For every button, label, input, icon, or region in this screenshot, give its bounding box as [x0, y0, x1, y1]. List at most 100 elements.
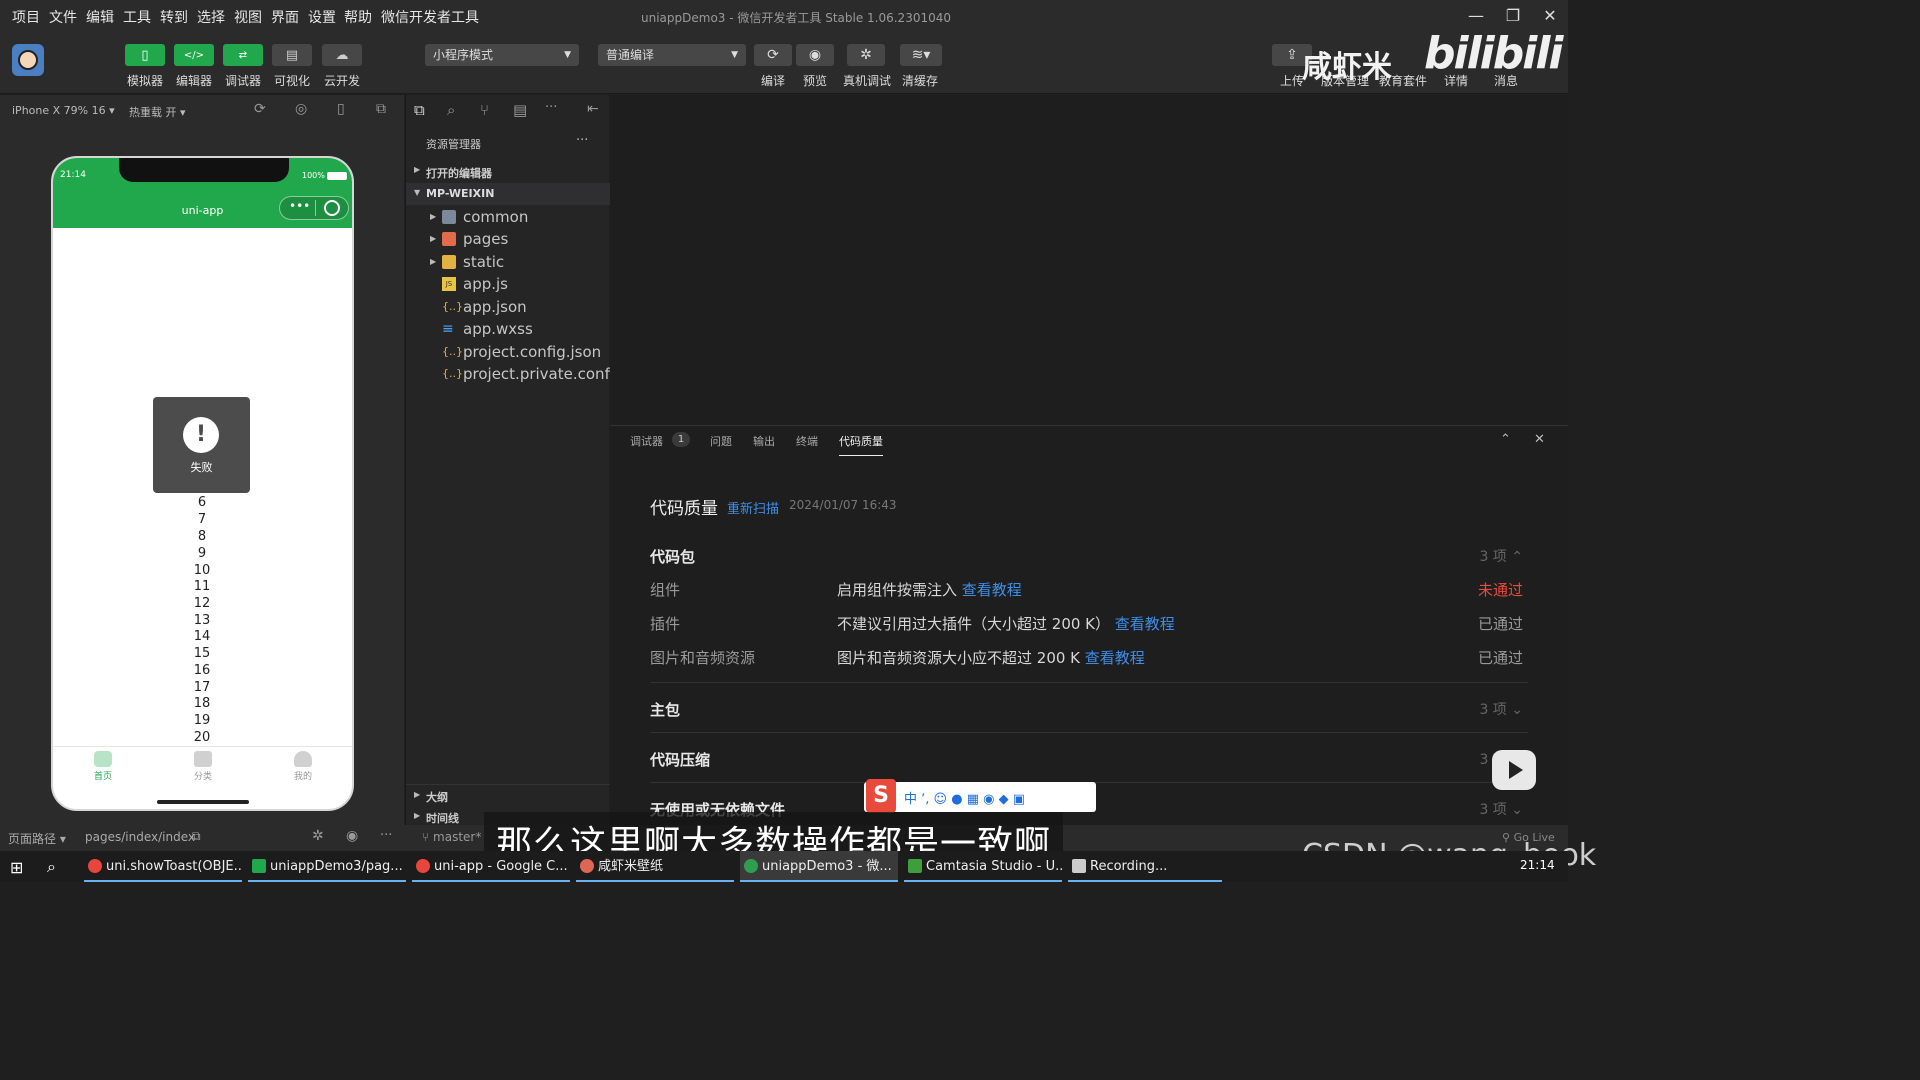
visual-button[interactable]: ▤ [272, 44, 312, 66]
close-circle-icon[interactable] [324, 200, 340, 216]
git-branch[interactable]: ⑂ master* [422, 830, 481, 844]
menu-goto[interactable]: 转到 [160, 7, 188, 27]
menu-help[interactable]: 帮助 [344, 7, 372, 27]
menu-view[interactable]: 视图 [234, 7, 262, 27]
menu-tools[interactable]: 工具 [123, 7, 151, 27]
more-dots-icon[interactable]: ••• [289, 199, 310, 213]
section-code-package[interactable]: 代码包 [650, 546, 695, 567]
taskbar-item[interactable]: 咸虾米壁纸 [576, 851, 734, 882]
device-icon[interactable]: ▯ [337, 101, 345, 117]
tree-file-app-js[interactable]: JS app.js [406, 273, 610, 295]
avatar[interactable] [12, 44, 44, 76]
menu-interface[interactable]: 界面 [271, 7, 299, 27]
compile-select[interactable]: 普通编译 ▼ [598, 44, 746, 66]
windows-start-icon[interactable]: ⊞ [10, 858, 23, 877]
menu-project[interactable]: 项目 [12, 7, 40, 27]
taskbar-item[interactable]: uni.showToast(OBJE... [84, 851, 242, 882]
mode-select[interactable]: 小程序模式 ▼ [425, 44, 579, 66]
clear-cache-button[interactable]: ≋▾ [900, 44, 942, 66]
rescan-link[interactable]: 重新扫描 [727, 498, 779, 517]
copy-icon[interactable]: ⧉ [192, 829, 201, 844]
grid-icon [194, 751, 212, 767]
tab-output[interactable]: 输出 [753, 433, 775, 449]
search-icon[interactable]: ⌕ [47, 857, 56, 877]
tab-code-quality[interactable]: 代码质量 [839, 433, 883, 456]
simulator-toggle-button[interactable]: ▯ [125, 44, 165, 66]
menu-file[interactable]: 文件 [49, 7, 77, 27]
tab-terminal[interactable]: 终端 [796, 433, 818, 449]
popout-icon[interactable]: ⧉ [376, 101, 386, 117]
search-icon[interactable]: ⌕ [447, 101, 455, 119]
tree-file-project-config[interactable]: {..} project.config.json [406, 341, 610, 363]
eye-icon[interactable]: ◉ [346, 828, 358, 844]
preview-button[interactable]: ◉ [796, 44, 834, 66]
git-branch-icon[interactable]: ⑂ [480, 101, 489, 119]
extensions-icon[interactable]: ▤ [513, 101, 527, 119]
tab-home[interactable]: 首页 [73, 751, 133, 782]
menu-settings[interactable]: 设置 [308, 7, 336, 27]
open-editors-section[interactable]: ▶ 打开的编辑器 [406, 161, 610, 183]
cloud-dev-button[interactable]: ☁ [322, 44, 362, 66]
debugger-toggle-button[interactable]: ⇄ [223, 44, 263, 66]
more-icon[interactable]: ··· [545, 100, 557, 115]
tree-folder-static[interactable]: ▶ static [406, 251, 610, 273]
row-label: 组件 [650, 581, 681, 599]
maximize-icon[interactable]: ❐ [1502, 5, 1524, 27]
tree-file-project-private[interactable]: {..} project.private.confi... [406, 363, 628, 385]
record-icon[interactable]: ◎ [295, 101, 307, 117]
more-icon[interactable]: ··· [380, 828, 392, 843]
tab-category[interactable]: 分类 [173, 751, 233, 782]
section-main-package[interactable]: 主包 [650, 699, 680, 720]
menu-wechat-devtools[interactable]: 微信开发者工具 [381, 7, 479, 27]
sogou-logo-icon[interactable]: S [866, 779, 896, 813]
tutorial-link[interactable]: 查看教程 [962, 581, 1022, 599]
close-icon[interactable]: ✕ [1539, 5, 1561, 27]
tree-folder-common[interactable]: ▶ common [406, 206, 610, 228]
device-select[interactable]: iPhone X 79% 16 ▾ [12, 104, 115, 117]
taskbar-item[interactable]: uniappDemo3 - 微... [740, 851, 898, 882]
capsule-menu[interactable]: ••• [279, 196, 349, 220]
system-clock[interactable]: 21:14 [1520, 858, 1555, 872]
remote-debug-button[interactable]: ✲ [847, 44, 885, 66]
section-count[interactable]: 3 项 ⌃ [1479, 546, 1523, 566]
collapse-panel-icon[interactable]: ⇤ [587, 101, 599, 117]
taskbar-item[interactable]: uni-app - Google C... [412, 851, 570, 882]
menu-select[interactable]: 选择 [197, 7, 225, 27]
tutorial-link[interactable]: 查看教程 [1115, 615, 1175, 633]
section-count[interactable]: 3 项 ⌄ [1479, 799, 1523, 819]
bug-icon[interactable]: ✲ [312, 828, 324, 844]
tab-debugger[interactable]: 调试器 [630, 433, 663, 449]
hot-reload-toggle[interactable]: 热重载 开 ▾ [129, 104, 186, 120]
page-path-select[interactable]: 页面路径 ▾ [8, 830, 66, 847]
outline-section[interactable]: ▶ 大纲 [406, 784, 610, 806]
ime-mode-icon[interactable]: 中 ʼ, ☺ ● ▦ ◉ ◆ ▣ [904, 788, 1025, 807]
rotate-icon[interactable]: ⟳ [254, 101, 266, 117]
layout-icon: ▤ [285, 47, 299, 63]
compile-button[interactable]: ⟳ [754, 44, 792, 66]
section-count[interactable]: 3 项 ⌄ [1479, 699, 1523, 719]
taskbar-item[interactable]: uniappDemo3/pag... [248, 851, 406, 882]
explorer-more-icon[interactable]: ··· [576, 133, 588, 148]
play-icon[interactable] [1492, 750, 1536, 790]
tree-folder-pages[interactable]: ▶ pages [406, 228, 610, 250]
list-item: 17 [193, 680, 211, 695]
taskbar-item[interactable]: Camtasia Studio - U... [904, 851, 1062, 882]
tab-problems[interactable]: 问题 [710, 433, 732, 449]
menu-edit[interactable]: 编辑 [86, 7, 114, 27]
taskbar-item[interactable]: Recording... [1068, 851, 1222, 882]
close-panel-icon[interactable]: ✕ [1534, 432, 1545, 447]
cloud-dev-label: 云开发 [323, 74, 360, 88]
editor-area[interactable] [610, 95, 1568, 425]
maximize-panel-icon[interactable]: ⌃ [1500, 432, 1511, 447]
editor-toggle-button[interactable]: </> [174, 44, 214, 66]
tab-mine[interactable]: 我的 [273, 751, 333, 782]
files-icon[interactable]: ⧉ [414, 101, 425, 119]
tree-file-app-json[interactable]: {..} app.json [406, 296, 610, 318]
section-code-compress[interactable]: 代码压缩 [650, 749, 710, 770]
chevron-down-icon: ▼ [564, 50, 571, 60]
project-section[interactable]: ▼ MP-WEIXIN [406, 183, 610, 205]
minimize-icon[interactable]: — [1465, 5, 1487, 27]
tutorial-link[interactable]: 查看教程 [1085, 649, 1145, 667]
tree-file-app-wxss[interactable]: ≡ app.wxss [406, 318, 610, 340]
visual-label: 可视化 [273, 74, 310, 88]
